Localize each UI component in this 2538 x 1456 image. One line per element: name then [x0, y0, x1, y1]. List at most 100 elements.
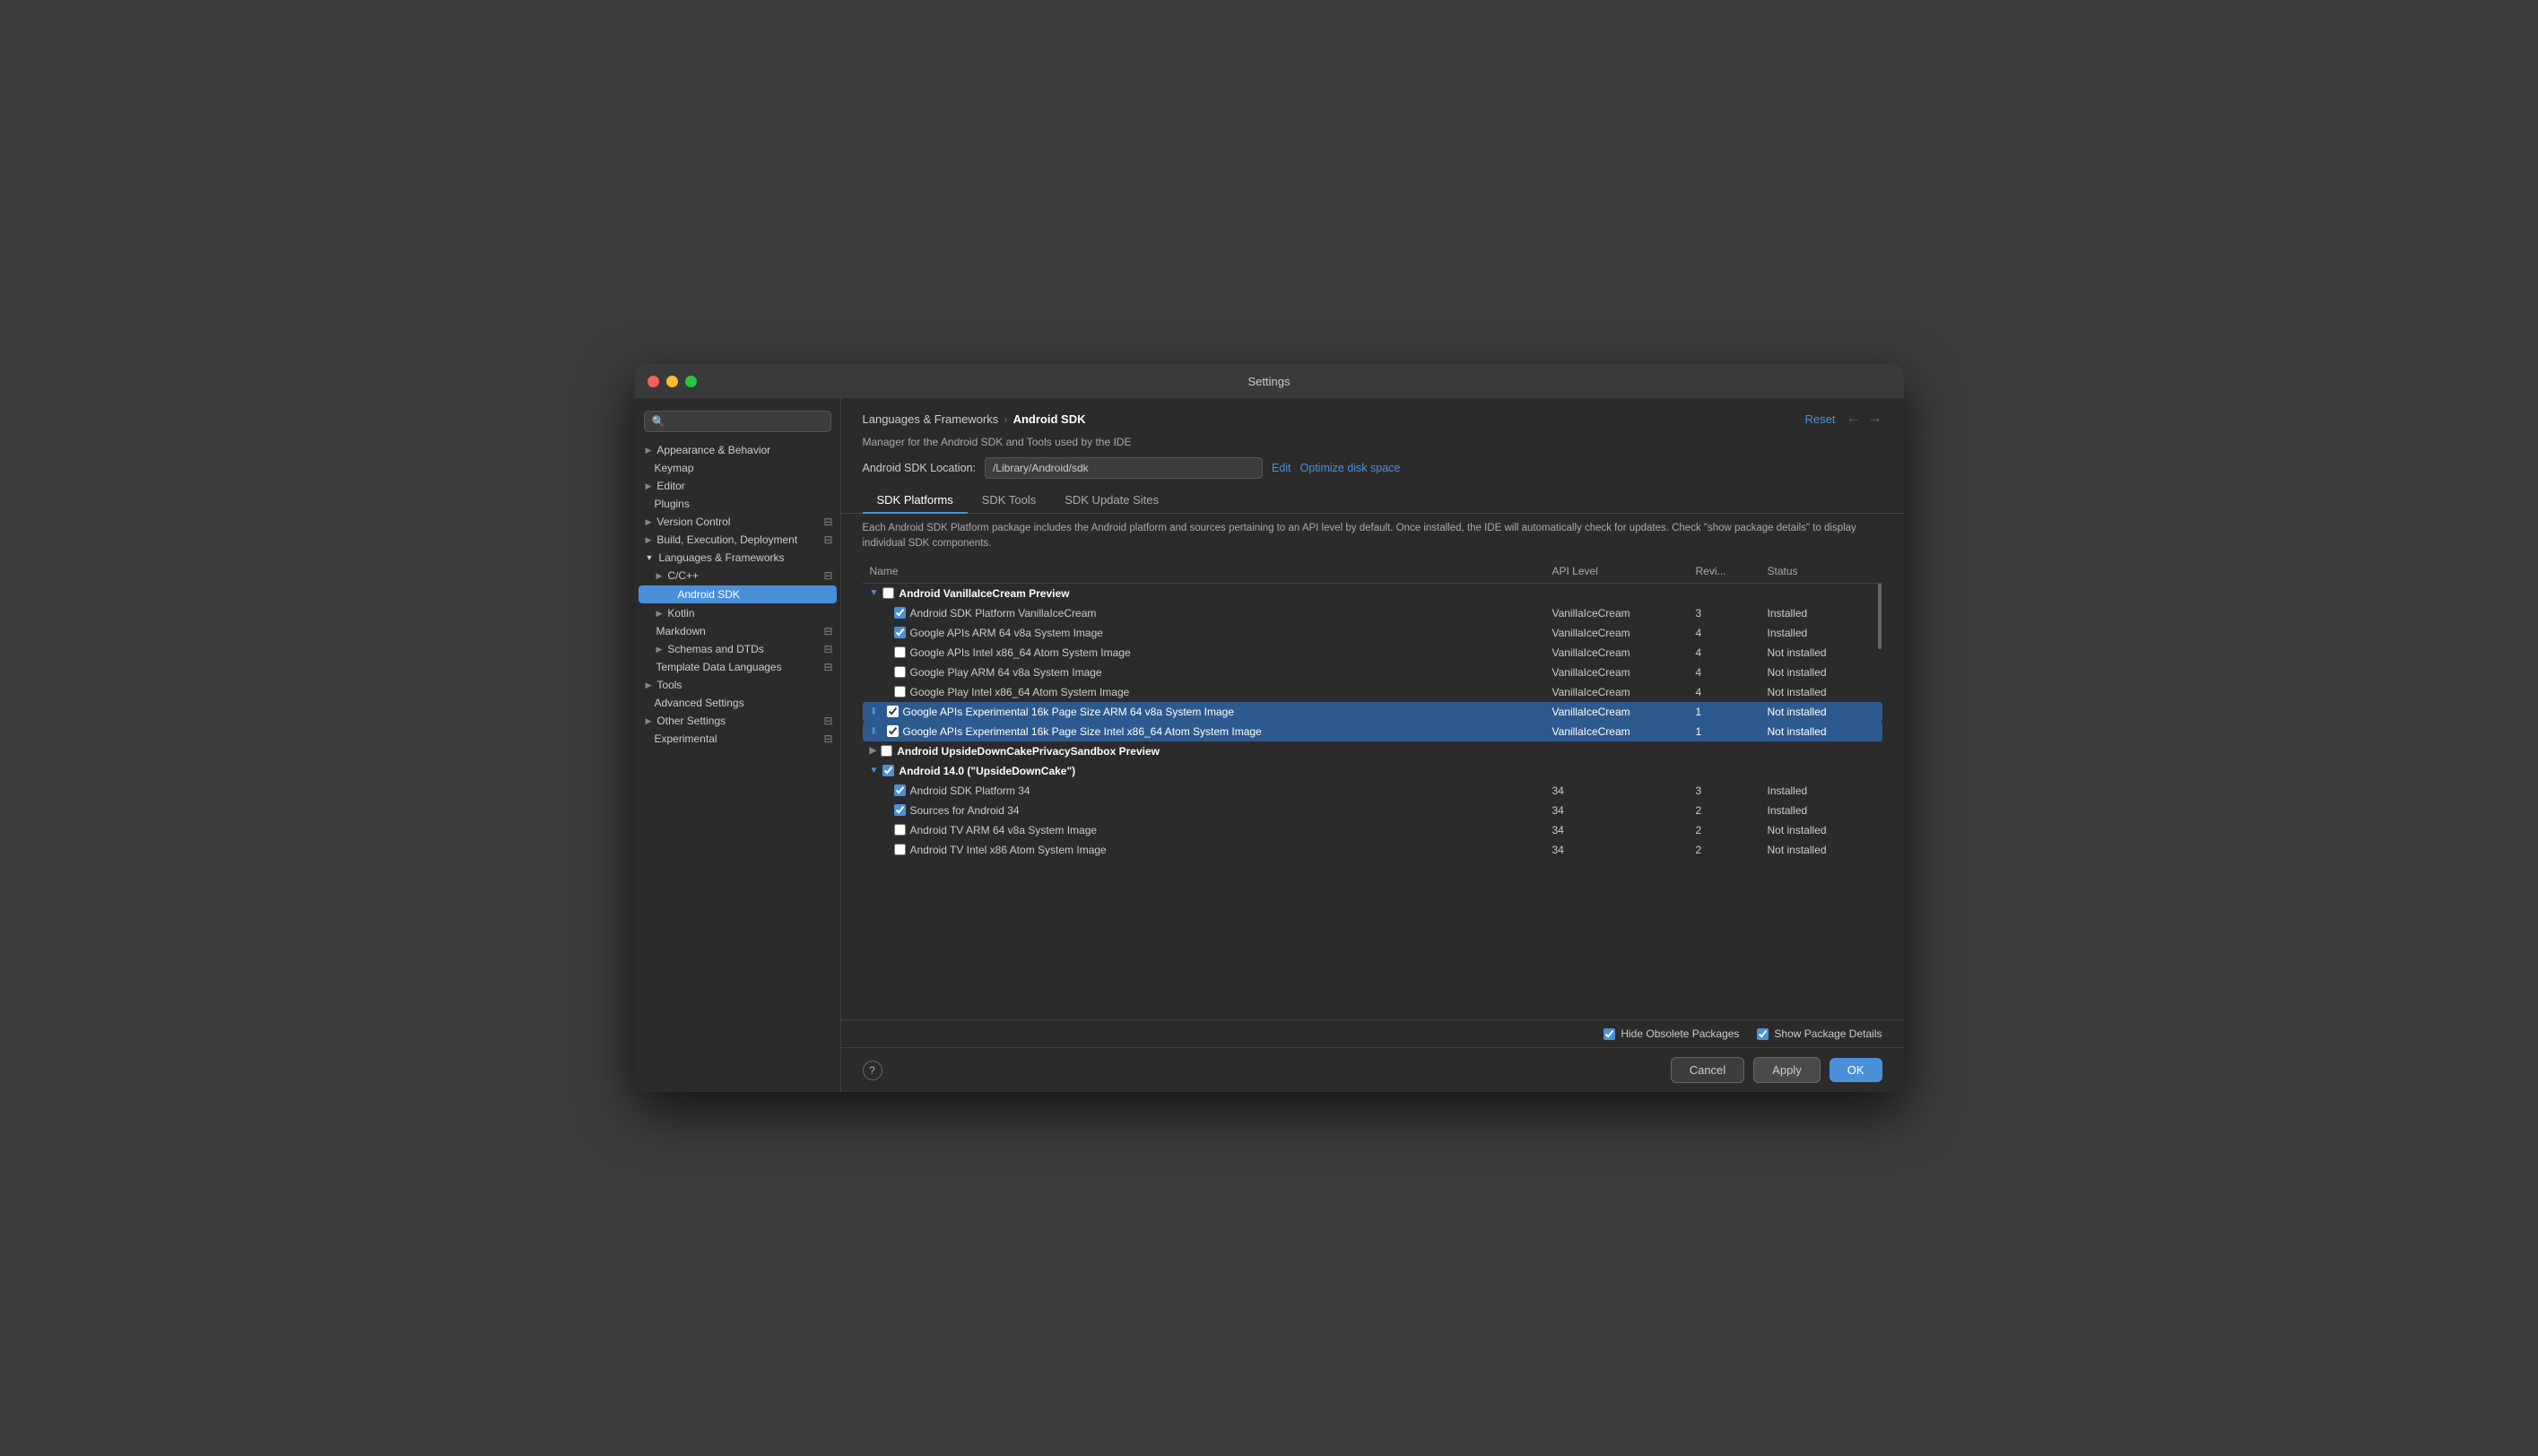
row-checkbox[interactable]	[894, 804, 906, 816]
footer: ? Cancel Apply OK	[841, 1047, 1904, 1092]
sidebar-item-appearance[interactable]: ▶ Appearance & Behavior	[635, 441, 840, 459]
col-status: Status	[1768, 565, 1875, 577]
sidebar-item-editor[interactable]: ▶ Editor	[635, 477, 840, 495]
expand-icon: ▶	[656, 645, 663, 654]
show-package-checkbox[interactable]	[1757, 1028, 1769, 1040]
expand-icon: ▶	[646, 716, 652, 726]
tab-platforms[interactable]: SDK Platforms	[863, 488, 968, 514]
sdk-location-links: Edit Optimize disk space	[1272, 462, 1400, 474]
row-checkbox[interactable]	[894, 666, 906, 678]
row-checkbox[interactable]	[894, 646, 906, 658]
expand-icon: ▶	[656, 571, 663, 581]
table-row: Google APIs ARM 64 v8a System Image Vani…	[863, 623, 1882, 643]
nav-forward-icon[interactable]: →	[1868, 411, 1882, 427]
cancel-button[interactable]: Cancel	[1671, 1057, 1744, 1083]
expand-icon: ▶	[646, 517, 652, 527]
nav-back-icon[interactable]: ←	[1847, 411, 1861, 427]
footer-buttons: Cancel Apply OK	[1671, 1057, 1882, 1083]
sidebar-item-other[interactable]: ▶ Other Settings ⊟	[635, 712, 840, 730]
breadcrumb-current: Android SDK	[1013, 412, 1086, 426]
badge-icon: ⊟	[823, 732, 832, 745]
expand-icon: ▼	[646, 553, 654, 562]
nav-arrows: ← →	[1847, 411, 1882, 427]
apply-button[interactable]: Apply	[1753, 1057, 1821, 1083]
sdk-location-label: Android SDK Location:	[863, 462, 976, 474]
table-description: Each Android SDK Platform package includ…	[841, 514, 1904, 559]
sidebar: 🔍 ▶ Appearance & Behavior Keymap ▶ Edito…	[635, 398, 841, 1092]
collapse-icon[interactable]: ▼	[870, 766, 879, 776]
collapse-icon[interactable]: ▶	[870, 746, 877, 756]
sidebar-item-markdown[interactable]: Markdown ⊟	[635, 622, 840, 640]
row-checkbox[interactable]	[894, 686, 906, 698]
badge-icon: ⊟	[823, 533, 832, 546]
sidebar-item-experimental[interactable]: Experimental ⊟	[635, 730, 840, 748]
show-package-option: Show Package Details	[1757, 1027, 1882, 1040]
table-row: Android SDK Platform 34 34 3 Installed	[863, 781, 1882, 801]
row-checkbox[interactable]	[894, 627, 906, 638]
sidebar-item-version-control[interactable]: ▶ Version Control ⊟	[635, 513, 840, 531]
table-row: Android SDK Platform VanillaIceCream Van…	[863, 603, 1882, 623]
table-row-selected[interactable]: ⬇ Google APIs Experimental 16k Page Size…	[863, 722, 1882, 741]
badge-icon: ⊟	[823, 643, 832, 655]
expand-icon: ▶	[646, 481, 652, 491]
maximize-button[interactable]	[685, 376, 697, 387]
group-checkbox[interactable]	[882, 765, 894, 776]
collapse-icon[interactable]: ▼	[870, 588, 879, 598]
sidebar-item-kotlin[interactable]: ▶ Kotlin	[635, 604, 840, 622]
hide-obsolete-checkbox[interactable]	[1604, 1028, 1615, 1040]
group-privacy-sandbox: ▶ Android UpsideDownCakePrivacySandbox P…	[863, 741, 1882, 761]
close-button[interactable]	[648, 376, 659, 387]
sidebar-item-android-sdk[interactable]: Android SDK	[639, 585, 837, 603]
sidebar-item-plugins[interactable]: Plugins	[635, 495, 840, 513]
help-button[interactable]: ?	[863, 1061, 882, 1080]
row-checkbox[interactable]	[894, 784, 906, 796]
table-row: Android TV Intel x86 Atom System Image 3…	[863, 840, 1882, 860]
sidebar-item-keymap[interactable]: Keymap	[635, 459, 840, 477]
row-checkbox[interactable]	[894, 844, 906, 855]
sidebar-item-languages[interactable]: ▼ Languages & Frameworks	[635, 549, 840, 567]
search-icon: 🔍	[652, 415, 665, 428]
row-checkbox[interactable]	[887, 725, 899, 737]
tabs-bar: SDK Platforms SDK Tools SDK Update Sites	[841, 479, 1904, 514]
group-checkbox[interactable]	[881, 745, 892, 757]
sidebar-item-tools[interactable]: ▶ Tools	[635, 676, 840, 694]
row-checkbox[interactable]	[887, 706, 899, 717]
traffic-lights	[648, 376, 697, 387]
sidebar-item-cpp[interactable]: ▶ C/C++ ⊟	[635, 567, 840, 585]
settings-window: Settings 🔍 ▶ Appearance & Behavior Keyma…	[635, 364, 1904, 1092]
breadcrumb-parent: Languages & Frameworks	[863, 412, 999, 426]
reset-button[interactable]: Reset	[1805, 412, 1836, 426]
tab-update-sites[interactable]: SDK Update Sites	[1050, 488, 1173, 514]
titlebar: Settings	[635, 364, 1904, 398]
ok-button[interactable]: OK	[1830, 1058, 1882, 1082]
group-vanilla-name: ▼ Android VanillaIceCream Preview	[870, 587, 1552, 600]
group-vanilla-checkbox[interactable]	[882, 587, 894, 599]
search-input[interactable]	[669, 415, 822, 428]
sdk-location-row: Android SDK Location: Edit Optimize disk…	[841, 448, 1904, 479]
sidebar-item-template[interactable]: Template Data Languages ⊟	[635, 658, 840, 676]
row-checkbox[interactable]	[894, 824, 906, 836]
optimize-button[interactable]: Optimize disk space	[1300, 462, 1401, 474]
expand-icon: ▶	[646, 446, 652, 455]
table-row: Google Play Intel x86_64 Atom System Ima…	[863, 682, 1882, 702]
sdk-location-input[interactable]	[985, 457, 1263, 479]
sdk-description: Manager for the Android SDK and Tools us…	[841, 427, 1904, 448]
main-panel: Languages & Frameworks › Android SDK Res…	[841, 398, 1904, 1092]
sidebar-item-build[interactable]: ▶ Build, Execution, Deployment ⊟	[635, 531, 840, 549]
table-header: Name API Level Revi... Status	[863, 559, 1882, 584]
table-row-selected[interactable]: ⬇ Google APIs Experimental 16k Page Size…	[863, 702, 1882, 722]
col-revision: Revi...	[1696, 565, 1768, 577]
sidebar-item-schemas[interactable]: ▶ Schemas and DTDs ⊟	[635, 640, 840, 658]
window-title: Settings	[1248, 375, 1291, 388]
download-icon: ⬇	[870, 725, 882, 737]
col-name: Name	[870, 565, 1552, 577]
search-box[interactable]: 🔍	[644, 411, 831, 432]
sidebar-item-advanced[interactable]: Advanced Settings	[635, 694, 840, 712]
minimize-button[interactable]	[666, 376, 678, 387]
row-checkbox[interactable]	[894, 607, 906, 619]
expand-icon: ▶	[656, 609, 663, 619]
col-api: API Level	[1552, 565, 1696, 577]
tab-tools[interactable]: SDK Tools	[968, 488, 1050, 514]
edit-button[interactable]: Edit	[1272, 462, 1291, 474]
badge-icon: ⊟	[823, 516, 832, 528]
